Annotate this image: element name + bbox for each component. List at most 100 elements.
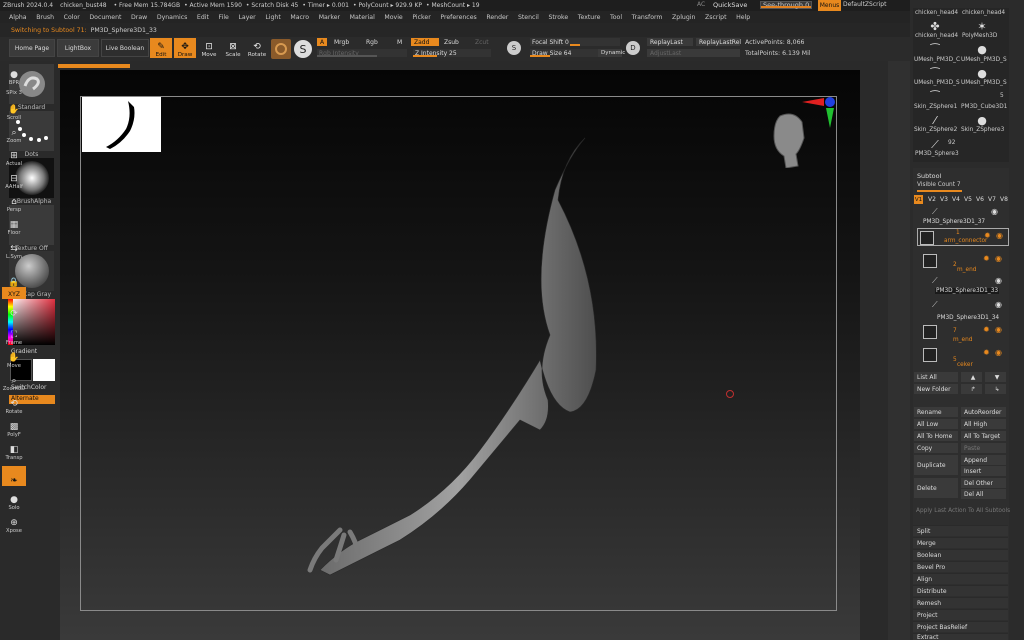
sphere-icon-3[interactable]: ● xyxy=(962,113,1002,127)
del-other-button[interactable]: Del Other xyxy=(961,478,1006,488)
chicken-arm-model[interactable] xyxy=(300,130,630,590)
draw-button[interactable]: ✥ Draw xyxy=(174,38,196,58)
menu-color[interactable]: Color xyxy=(64,14,80,21)
duplicate-button[interactable]: Duplicate xyxy=(914,455,958,475)
zcut-toggle[interactable]: Zcut xyxy=(472,38,492,46)
tool-thumb-label-1[interactable]: chicken_head4 xyxy=(915,10,958,16)
menu-light[interactable]: Light xyxy=(265,14,280,21)
xyz-button[interactable]: XYZ xyxy=(2,287,26,299)
all-high-button[interactable]: All High xyxy=(961,419,1006,429)
tab-v5[interactable]: V5 xyxy=(964,196,972,203)
lsym-button[interactable]: ⇆ L.Sym xyxy=(2,240,26,261)
zsub-toggle[interactable]: Zsub xyxy=(441,38,462,46)
gear-icon[interactable]: ✹ xyxy=(983,254,990,263)
lock-button[interactable]: 🔒 xyxy=(2,268,26,288)
tab-v1[interactable]: V1 xyxy=(914,195,923,204)
tab-v8[interactable]: V8 xyxy=(1000,196,1008,203)
zadd-toggle[interactable]: Zadd xyxy=(411,38,439,46)
eye-icon[interactable]: ◉ xyxy=(991,207,998,216)
tool-thumb-label-9[interactable]: Skin_ZSphere1 xyxy=(914,104,957,110)
rgb-intensity-slider[interactable]: Rgb Intensity xyxy=(317,49,407,57)
sphere-icon-2[interactable]: ● xyxy=(962,66,1002,80)
tool-thumb-label-8[interactable]: UMesh_PM3D_S xyxy=(961,80,1007,86)
focal-shift-slider[interactable]: Focal Shift 0 xyxy=(530,38,620,46)
xpose-button[interactable]: ⊕ Xpose xyxy=(2,514,26,535)
draw-size-slider[interactable]: Draw Size 64 xyxy=(530,49,600,57)
move-button[interactable]: ⊡ Move xyxy=(198,38,220,59)
menu-preferences[interactable]: Preferences xyxy=(440,14,476,21)
menu-tool[interactable]: Tool xyxy=(610,14,622,21)
tool-thumb-label-3[interactable]: chicken_head4 xyxy=(915,33,958,39)
subtool-folder-1[interactable]: 1 arm_connector ✹ ◉ xyxy=(917,228,1009,246)
menu-stroke[interactable]: Stroke xyxy=(548,14,568,21)
actual-button[interactable]: ⊞ Actual xyxy=(2,147,26,168)
z-intensity-slider[interactable]: Z Intensity 25 xyxy=(413,49,491,57)
replay-last-rel-button[interactable]: ReplayLastRel xyxy=(696,38,741,46)
all-low-button[interactable]: All Low xyxy=(914,419,958,429)
eye-icon[interactable]: ◉ xyxy=(995,348,1002,357)
a-toggle[interactable]: A xyxy=(317,38,328,46)
floor-button[interactable]: ▦ Floor xyxy=(2,216,26,237)
s-icon[interactable]: S xyxy=(507,41,521,55)
gear-icon[interactable]: ✹ xyxy=(983,348,990,357)
menu-zplugin[interactable]: Zplugin xyxy=(672,14,695,21)
distribute-section[interactable]: Distribute xyxy=(913,585,1008,596)
solo-button[interactable]: ● Solo xyxy=(2,491,26,512)
subtool-row-3[interactable]: ⟋ PM3D_Sphere3D1_34 ◉ xyxy=(917,300,1009,321)
edit-button[interactable]: ✎ Edit xyxy=(150,38,172,58)
curve-icon-2[interactable]: ⁀ xyxy=(915,66,955,80)
eye-icon[interactable]: ◉ xyxy=(995,300,1002,309)
arrow-up-icon[interactable]: ▲ xyxy=(961,372,982,382)
tool-thumb-label-5[interactable]: UMesh_PM3D_C xyxy=(914,57,960,63)
curve-icon[interactable]: ⁀ xyxy=(915,42,955,56)
tab-v6[interactable]: V6 xyxy=(976,196,984,203)
delete-button[interactable]: Delete xyxy=(914,478,958,498)
bevel-pro-section[interactable]: Bevel Pro xyxy=(913,561,1008,572)
tool-thumb-icon-1[interactable]: ✤ xyxy=(915,19,955,33)
rotate-axis-button[interactable]: ⟳ xyxy=(2,305,26,319)
subtool-title[interactable]: Subtool xyxy=(917,172,941,180)
gear-icon[interactable]: ✹ xyxy=(983,325,990,334)
copy-button[interactable]: Copy xyxy=(914,443,958,453)
stroke-icon[interactable]: S xyxy=(294,40,312,58)
menu-stencil[interactable]: Stencil xyxy=(518,14,539,21)
tab-v7[interactable]: V7 xyxy=(988,196,996,203)
menu-macro[interactable]: Macro xyxy=(290,14,309,21)
rename-button[interactable]: Rename xyxy=(914,407,958,417)
menu-file[interactable]: File xyxy=(219,14,229,21)
rotate-button[interactable]: ⟲ Rotate xyxy=(246,38,268,59)
aahalf-button[interactable]: ⊟ AAHalf xyxy=(2,170,26,191)
quicksave-button[interactable]: QuickSave xyxy=(713,1,747,9)
extract-section[interactable]: Extract xyxy=(913,633,1008,640)
eye-icon[interactable]: ◉ xyxy=(995,276,1002,285)
tool-thumb-label-10[interactable]: PM3D_Cube3D1 xyxy=(961,104,1007,110)
axis-gizmo[interactable] xyxy=(802,96,836,130)
mrgb-toggle[interactable]: Mrgb xyxy=(331,38,352,46)
append-button[interactable]: Append xyxy=(961,455,1006,465)
eye-icon[interactable]: ◉ xyxy=(995,325,1002,334)
gear-icon[interactable]: ✹ xyxy=(984,231,991,240)
menus-button[interactable]: Menus xyxy=(818,0,841,11)
move-up-icon[interactable]: ↱ xyxy=(961,384,982,394)
paste-button[interactable]: Paste xyxy=(961,443,1006,453)
autoreorder-button[interactable]: AutoReorder xyxy=(961,407,1006,417)
tool-thumb-label-2[interactable]: chicken_head4 xyxy=(962,10,1005,16)
merge-section[interactable]: Merge xyxy=(913,537,1008,548)
curve-icon-3[interactable]: ⁀ xyxy=(915,89,955,103)
all-to-home-button[interactable]: All To Home xyxy=(914,431,958,441)
live-boolean-button[interactable]: Live Boolean xyxy=(101,39,149,57)
eye-icon[interactable]: ◉ xyxy=(995,254,1002,263)
visible-count[interactable]: Visible Count 7 xyxy=(917,182,961,188)
replay-last-button[interactable]: ReplayLast xyxy=(647,38,693,46)
menu-movie[interactable]: Movie xyxy=(384,14,402,21)
del-all-button[interactable]: Del All xyxy=(961,489,1006,499)
project-basrelief-section[interactable]: Project BasRelief xyxy=(913,621,1008,632)
move-down-icon[interactable]: ↳ xyxy=(985,384,1006,394)
tool-thumb-label-7[interactable]: UMesh_PM3D_S xyxy=(914,80,960,86)
apply-last-action-button[interactable]: Apply Last Action To All Subtools xyxy=(916,508,1010,514)
menu-document[interactable]: Document xyxy=(89,14,121,21)
boolean-section[interactable]: Boolean xyxy=(913,549,1008,560)
zoom-button[interactable]: ⌕ Zoom xyxy=(2,124,26,145)
sphere-icon[interactable]: ● xyxy=(962,42,1002,56)
menu-picker[interactable]: Picker xyxy=(412,14,430,21)
